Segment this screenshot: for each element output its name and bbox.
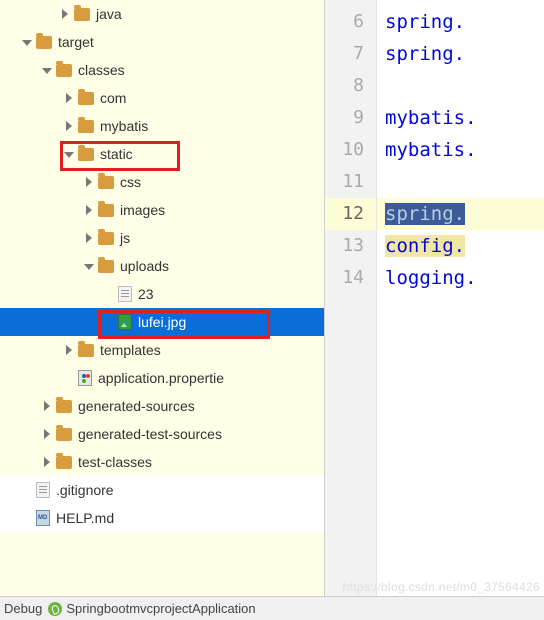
file-icon — [118, 286, 132, 302]
code-text: spring. — [385, 203, 465, 225]
app-name[interactable]: SpringbootmvcprojectApplication — [66, 601, 255, 616]
chevron-right-icon[interactable] — [62, 119, 76, 133]
node-label: com — [100, 90, 126, 106]
chevron-right-icon[interactable] — [82, 175, 96, 189]
chevron-right-icon[interactable] — [82, 231, 96, 245]
folder-icon — [78, 148, 94, 161]
markdown-file-icon — [36, 510, 50, 526]
tree-row[interactable]: java — [0, 0, 324, 28]
tree-row[interactable]: test-classes — [0, 448, 324, 476]
code-text: logging. — [385, 267, 477, 289]
node-label: js — [120, 230, 130, 246]
line-number: 7 — [325, 38, 376, 70]
chevron-down-icon[interactable] — [62, 147, 76, 161]
image-file-icon — [118, 314, 132, 330]
tree-row[interactable]: com — [0, 84, 324, 112]
folder-icon — [78, 344, 94, 357]
node-label: .gitignore — [56, 482, 114, 498]
tree-row[interactable]: target — [0, 28, 324, 56]
node-label: 23 — [138, 286, 154, 302]
line-gutter: 6 7 8 9 10 11 12 13 14 — [325, 0, 377, 596]
tree-row[interactable]: application.propertie — [0, 364, 324, 392]
spring-boot-icon — [48, 602, 62, 616]
tree-row-selected[interactable]: lufei.jpg — [0, 308, 324, 336]
chevron-right-icon[interactable] — [62, 343, 76, 357]
chevron-down-icon[interactable] — [40, 63, 54, 77]
node-label: target — [58, 34, 94, 50]
chevron-right-icon[interactable] — [40, 399, 54, 413]
chevron-down-icon[interactable] — [82, 259, 96, 273]
tree-row[interactable]: classes — [0, 56, 324, 84]
node-label: static — [100, 146, 133, 162]
folder-icon — [98, 204, 114, 217]
chevron-right-icon[interactable] — [40, 427, 54, 441]
tree-row[interactable]: css — [0, 168, 324, 196]
node-label: lufei.jpg — [138, 314, 186, 330]
node-label: application.propertie — [98, 370, 224, 386]
code-text: spring. — [385, 43, 465, 65]
line-number: 14 — [325, 262, 376, 294]
folder-icon — [98, 176, 114, 189]
node-label: HELP.md — [56, 510, 114, 526]
project-tree[interactable]: java target classes com mybatis static c… — [0, 0, 325, 596]
editor-pane[interactable]: spring. spring. mybatis. mybatis. spring… — [377, 0, 544, 596]
folder-icon — [78, 120, 94, 133]
line-number: 13 — [325, 230, 376, 262]
code-text: mybatis. — [385, 107, 477, 129]
properties-file-icon — [78, 370, 92, 386]
tree-row[interactable]: uploads — [0, 252, 324, 280]
line-number: 8 — [325, 70, 376, 102]
node-label: css — [120, 174, 141, 190]
node-label: generated-sources — [78, 398, 195, 414]
tree-row[interactable]: templates — [0, 336, 324, 364]
folder-icon — [98, 260, 114, 273]
tree-row[interactable]: generated-sources — [0, 392, 324, 420]
chevron-right-icon[interactable] — [62, 91, 76, 105]
tree-row[interactable]: js — [0, 224, 324, 252]
node-label: uploads — [120, 258, 169, 274]
folder-icon — [36, 36, 52, 49]
code-text: spring. — [385, 11, 465, 33]
folder-icon — [78, 92, 94, 105]
tree-row-static[interactable]: static — [0, 140, 324, 168]
chevron-down-icon[interactable] — [20, 35, 34, 49]
node-label: mybatis — [100, 118, 148, 134]
folder-icon — [56, 400, 72, 413]
watermark-text: https://blog.csdn.net/m0_37564426 — [343, 580, 540, 594]
node-label: generated-test-sources — [78, 426, 222, 442]
chevron-right-icon[interactable] — [58, 7, 72, 21]
line-number: 12 — [325, 198, 376, 230]
node-label: classes — [78, 62, 125, 78]
tree-row[interactable]: mybatis — [0, 112, 324, 140]
folder-icon — [56, 64, 72, 77]
tree-row[interactable]: 23 — [0, 280, 324, 308]
node-label: java — [96, 6, 122, 22]
node-label: images — [120, 202, 165, 218]
status-bar: Debug SpringbootmvcprojectApplication — [0, 596, 544, 620]
code-text: config. — [385, 235, 465, 257]
line-number: 11 — [325, 166, 376, 198]
code-text: mybatis. — [385, 139, 477, 161]
tree-row[interactable]: images — [0, 196, 324, 224]
debug-label[interactable]: Debug — [4, 601, 42, 616]
file-icon — [36, 482, 50, 498]
tree-row[interactable]: generated-test-sources — [0, 420, 324, 448]
node-label: templates — [100, 342, 161, 358]
line-number: 9 — [325, 102, 376, 134]
tree-row[interactable]: HELP.md — [0, 504, 324, 532]
node-label: test-classes — [78, 454, 152, 470]
folder-icon — [56, 428, 72, 441]
chevron-right-icon[interactable] — [40, 455, 54, 469]
chevron-right-icon[interactable] — [82, 203, 96, 217]
folder-icon — [74, 8, 90, 21]
line-number: 6 — [325, 6, 376, 38]
line-number: 10 — [325, 134, 376, 166]
folder-icon — [98, 232, 114, 245]
folder-icon — [56, 456, 72, 469]
tree-row[interactable]: .gitignore — [0, 476, 324, 504]
